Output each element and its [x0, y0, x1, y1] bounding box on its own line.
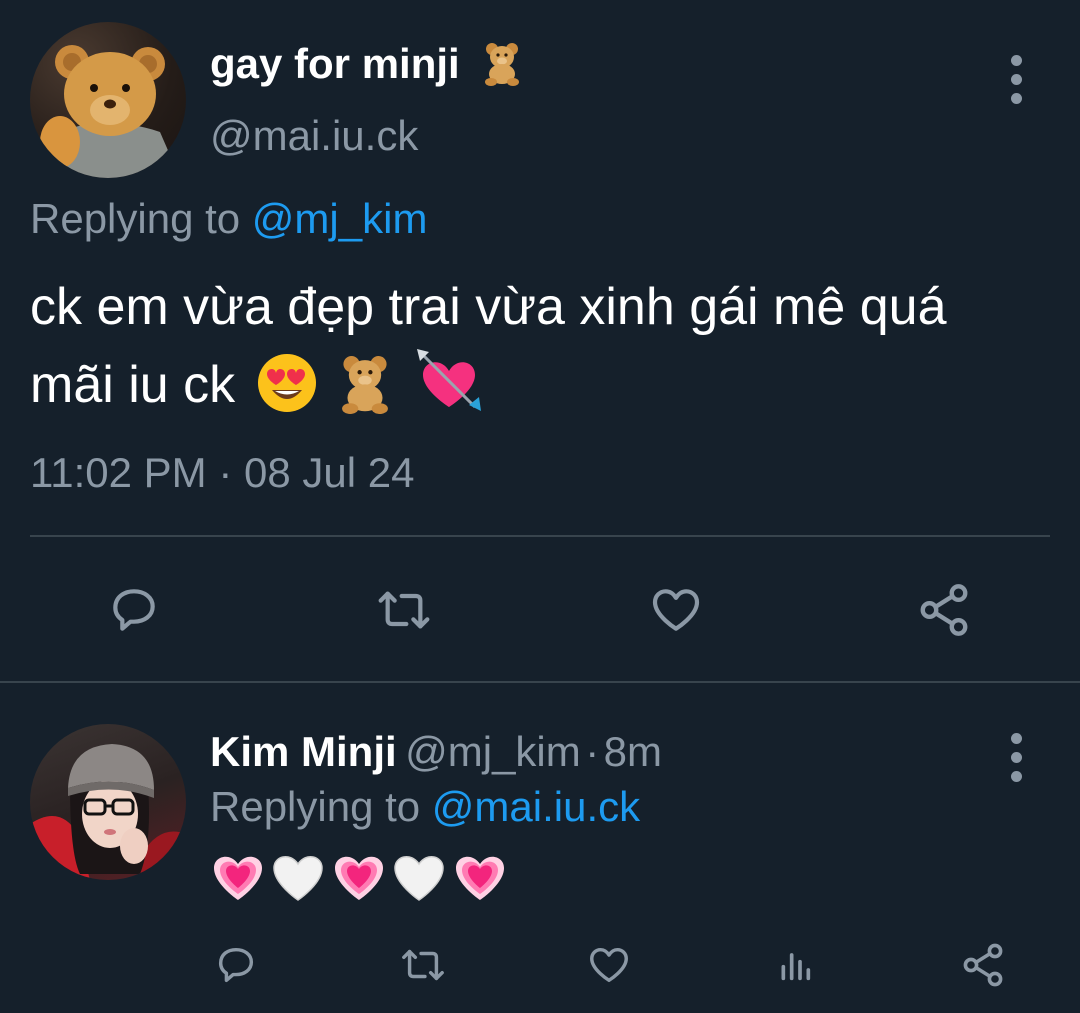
reply-author-display-name[interactable]: Kim Minji [210, 728, 397, 775]
white-heart-emoji-icon [273, 856, 324, 901]
like-icon[interactable] [646, 580, 706, 640]
author-display-name[interactable]: gay for minji [210, 43, 525, 86]
separator-dot: · [585, 728, 600, 775]
white-heart-emoji-icon [394, 856, 445, 901]
tweet-text-line-2-text: mãi iu ck [30, 356, 236, 414]
growing-heart-emoji-icon [455, 856, 504, 900]
heart-with-arrow-emoji-icon [416, 349, 481, 412]
teddy-bear-photo [40, 45, 180, 178]
replying-to-line: Replying to @mai.iu.ck [210, 786, 640, 828]
reply-text [210, 848, 508, 906]
tweet-timestamp[interactable]: 11:02 PM · 08 Jul 24 [30, 452, 414, 494]
replying-to-label: Replying to [30, 195, 241, 242]
reply-icon[interactable] [212, 940, 260, 990]
teddy-bear-emoji-icon [342, 356, 388, 415]
more-options-icon[interactable] [1006, 733, 1026, 790]
share-icon[interactable] [914, 580, 974, 640]
replying-to-line: Replying to @mj_kim [30, 198, 427, 240]
reply-icon[interactable] [104, 580, 164, 640]
reply-author-avatar[interactable] [30, 724, 186, 880]
divider [0, 681, 1080, 683]
reply-header: Kim Minji @mj_kim · 8m [210, 731, 662, 773]
divider [30, 535, 1050, 537]
growing-heart-emoji-icon [214, 856, 262, 900]
like-icon[interactable] [584, 940, 634, 990]
author-avatar[interactable] [30, 22, 186, 178]
share-icon[interactable] [958, 940, 1008, 990]
author-handle[interactable]: @mai.iu.ck [210, 115, 418, 157]
reply-author-handle[interactable]: @mj_kim [405, 728, 581, 775]
profile-photo [30, 744, 186, 880]
tweet-text: ck em vừa đẹp trai vừa xinh gái mê quá m… [30, 268, 1070, 424]
replying-to-mention-link[interactable]: @mj_kim [252, 195, 428, 242]
display-name-text: gay for minji [210, 40, 460, 87]
growing-heart-emoji-icon [334, 856, 383, 900]
teddy-bear-emoji-icon [485, 42, 520, 86]
more-options-icon[interactable] [1006, 55, 1026, 112]
retweet-icon[interactable] [372, 580, 436, 640]
tweet-text-line-2: mãi iu ck [30, 346, 1070, 424]
retweet-icon[interactable] [396, 940, 450, 990]
tweet-text-line-1: ck em vừa đẹp trai vừa xinh gái mê quá [30, 278, 947, 336]
replying-to-label: Replying to [210, 783, 421, 830]
analytics-icon[interactable] [774, 942, 816, 988]
smiling-face-with-heart-eyes-icon [257, 354, 316, 413]
replying-to-mention-link[interactable]: @mai.iu.ck [432, 783, 640, 830]
reply-time-ago[interactable]: 8m [604, 728, 662, 775]
